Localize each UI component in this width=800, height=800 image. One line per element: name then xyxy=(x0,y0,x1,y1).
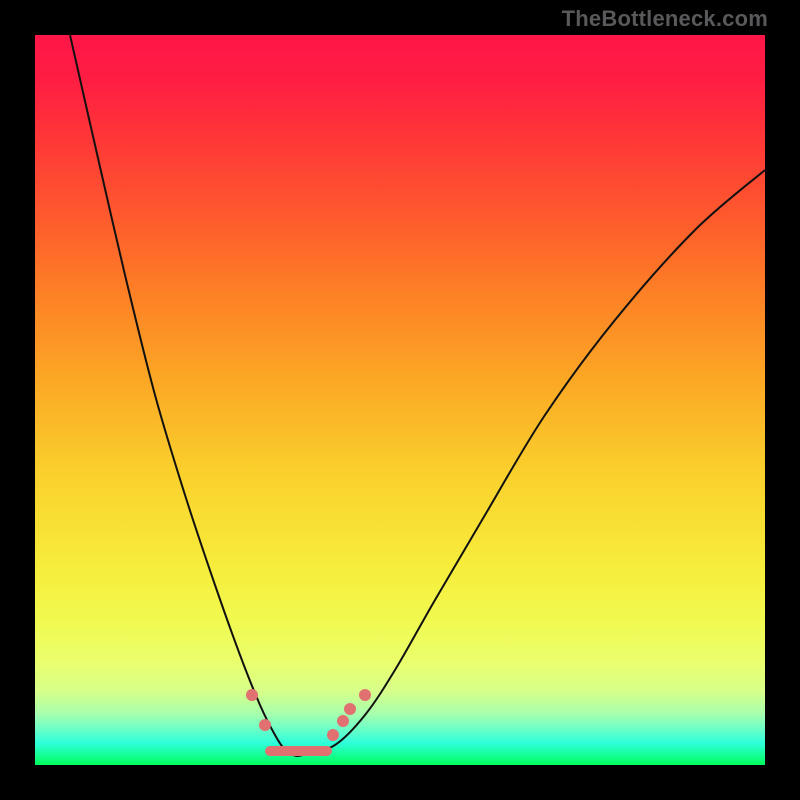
curve-marker-dot xyxy=(359,689,371,701)
attribution-label: TheBottleneck.com xyxy=(562,6,768,32)
curve-svg xyxy=(35,35,765,765)
curve-marker-dot xyxy=(344,703,356,715)
chart-container: TheBottleneck.com xyxy=(0,0,800,800)
plot-area xyxy=(35,35,765,765)
curve-marker-dot xyxy=(327,729,339,741)
curve-marker-dot xyxy=(259,719,271,731)
curve-marker-dot xyxy=(246,689,258,701)
bottleneck-curve xyxy=(70,35,765,756)
curve-marker-dot xyxy=(337,715,349,727)
